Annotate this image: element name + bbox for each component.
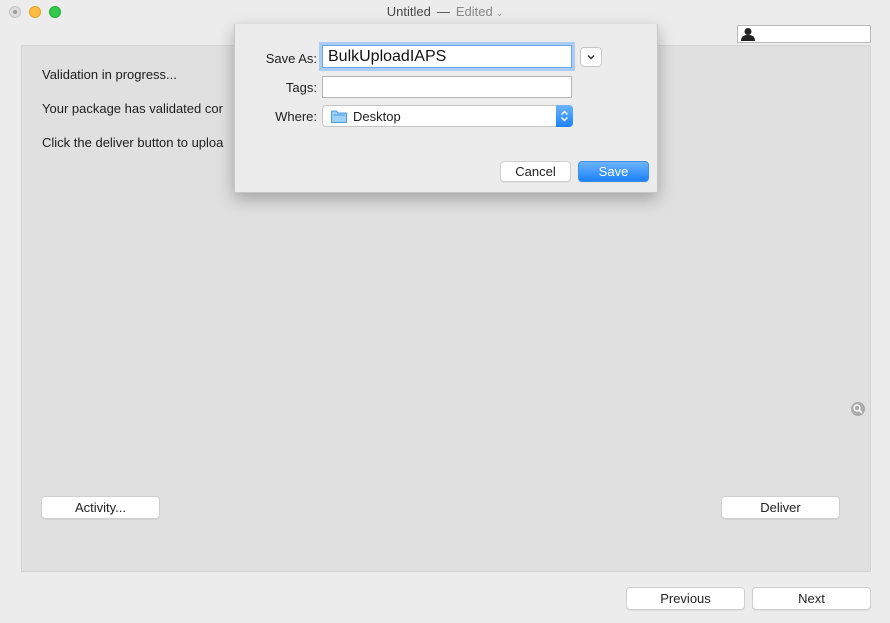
- chevron-down-icon: ⌄: [495, 8, 504, 18]
- window-title-text: Untitled: [386, 4, 431, 19]
- previous-button[interactable]: Previous: [626, 587, 745, 610]
- save-sheet: Save As: Tags: Where: Desktop Cancel Sav…: [234, 24, 658, 193]
- where-value: Desktop: [353, 108, 401, 124]
- window-title[interactable]: Untitled — Edited ⌄: [0, 4, 890, 19]
- validation-progress-text: Validation in progress...: [42, 67, 177, 82]
- save-as-label: Save As:: [265, 51, 317, 66]
- window-edited-status: Edited: [455, 4, 493, 19]
- chevron-down-icon: [587, 54, 595, 60]
- account-field[interactable]: [737, 25, 871, 43]
- where-popup-button[interactable]: Desktop: [322, 105, 573, 127]
- folder-icon: [331, 110, 347, 123]
- user-icon: [741, 28, 755, 41]
- deliver-button[interactable]: Deliver: [721, 496, 840, 519]
- window-title-separator: —: [436, 4, 450, 19]
- activity-button[interactable]: Activity...: [41, 496, 160, 519]
- tags-input[interactable]: [322, 76, 572, 98]
- validation-result-text: Your package has validated cor: [42, 101, 223, 116]
- title-bar: Untitled — Edited ⌄: [0, 0, 890, 24]
- deliver-instructions-text: Click the deliver button to uploa: [42, 135, 224, 150]
- where-label: Where:: [275, 109, 317, 124]
- save-button[interactable]: Save: [578, 161, 649, 182]
- cancel-button[interactable]: Cancel: [500, 161, 571, 182]
- save-as-input[interactable]: [322, 45, 572, 68]
- tags-label: Tags:: [285, 80, 317, 95]
- expand-dialog-button[interactable]: [580, 47, 602, 67]
- next-button[interactable]: Next: [752, 587, 871, 610]
- up-down-arrows-icon: [556, 105, 573, 127]
- magnifier-icon[interactable]: [851, 402, 865, 416]
